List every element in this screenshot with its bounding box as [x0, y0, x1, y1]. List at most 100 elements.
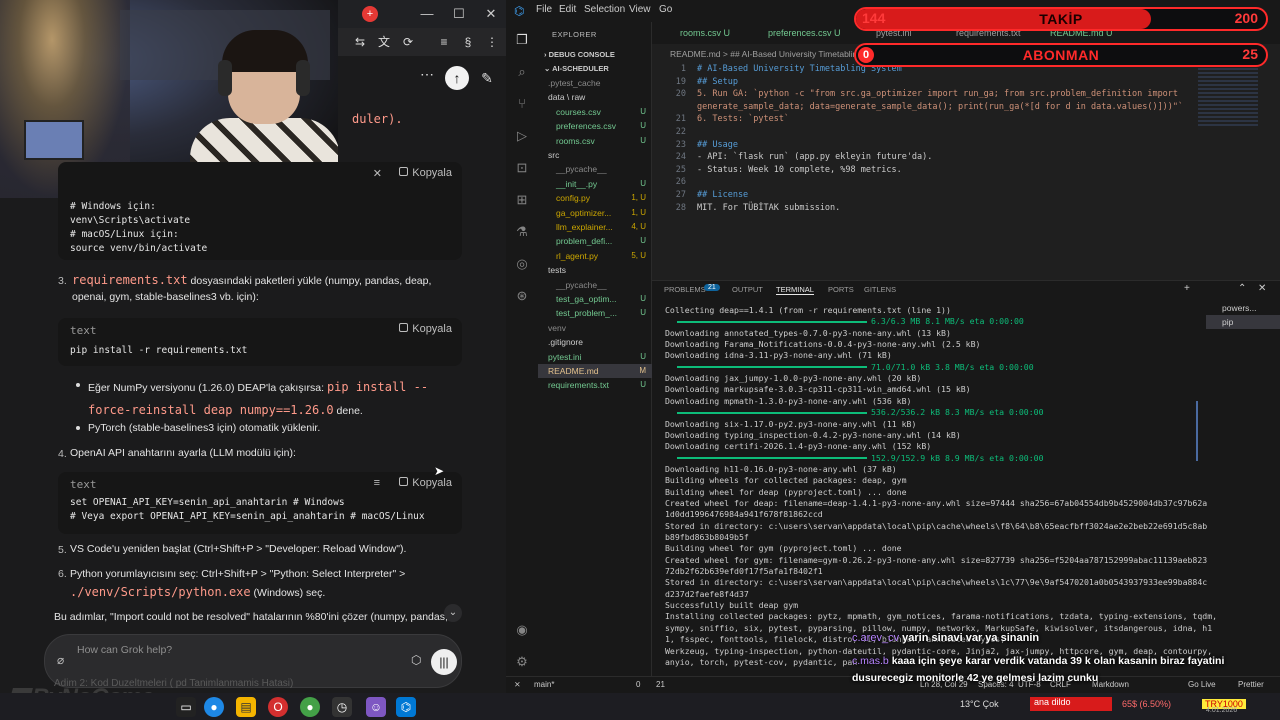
code-line: pip install -r requirements.txt: [70, 345, 248, 356]
tree-item[interactable]: pytest.ini U: [538, 350, 652, 364]
close-panel-icon[interactable]: ✕: [1258, 283, 1266, 294]
terminal-item-powershell[interactable]: powers...: [1206, 301, 1280, 315]
discord-icon[interactable]: ☺: [366, 697, 386, 717]
project-name: AI-SCHEDULER: [552, 64, 609, 73]
branch-indicator[interactable]: main*: [534, 680, 554, 689]
vscode-taskbar-icon[interactable]: ⌬: [396, 697, 416, 717]
copy-button[interactable]: Kopyala: [399, 167, 452, 179]
project-root[interactable]: ⌄ AI-SCHEDULER: [538, 62, 652, 76]
scroll-down-icon[interactable]: ⌄: [444, 604, 462, 622]
debug-console-section[interactable]: › DEBUG CONSOLE: [538, 48, 652, 62]
settings-gear-icon[interactable]: ⚙: [514, 654, 530, 670]
more-options-icon[interactable]: ⋯: [420, 66, 434, 83]
maximize-button[interactable]: ☐: [448, 4, 470, 24]
testing-icon[interactable]: ⚗: [514, 224, 530, 240]
tree-item[interactable]: problem_defi... U: [538, 234, 652, 248]
tree-item[interactable]: src: [538, 148, 652, 162]
extension-icon[interactable]: ⟳: [400, 34, 416, 50]
git-status-badge: U: [640, 294, 646, 303]
menu-go[interactable]: Go: [659, 4, 672, 15]
close-button[interactable]: ✕: [480, 4, 502, 24]
bynogame-logo: ByNoGame: [6, 680, 166, 693]
collapse-icon[interactable]: ✕: [373, 167, 382, 180]
tree-item[interactable]: rooms.csv U: [538, 134, 652, 148]
terminal-line: Downloading markupsafe-3.0.3-cp311-cp311…: [665, 384, 971, 395]
tree-item[interactable]: .gitignore: [538, 335, 652, 349]
tree-item[interactable]: rl_agent.py 5, U: [538, 249, 652, 263]
model-cube-icon[interactable]: ⬡: [411, 653, 421, 667]
tree-item[interactable]: ga_optimizer... 1, U: [538, 206, 652, 220]
voice-mode-icon[interactable]: |||: [431, 649, 457, 675]
copy-button[interactable]: Kopyala: [399, 323, 452, 335]
editor-tab[interactable]: rooms.csv U: [662, 22, 730, 44]
editor-tab[interactable]: preferences.csv U: [750, 22, 841, 44]
weather-widget[interactable]: 13°C Çok: [960, 699, 999, 709]
cast-icon[interactable]: ⇆: [352, 34, 368, 50]
new-tab-icon[interactable]: +: [362, 6, 378, 22]
tree-item[interactable]: preferences.csv U: [538, 119, 652, 133]
maximize-panel-icon[interactable]: ⌃: [1238, 283, 1246, 294]
tree-item[interactable]: requirements.txt U: [538, 378, 652, 392]
tree-item-label: __init__.py: [556, 178, 598, 189]
tab-terminal[interactable]: TERMINAL: [776, 285, 814, 295]
remote-indicator-icon[interactable]: ⨯: [514, 680, 521, 689]
menu-selection[interactable]: Selection: [584, 4, 625, 15]
tree-item[interactable]: __init__.py U: [538, 177, 652, 191]
clock-app-icon[interactable]: ◷: [332, 697, 352, 717]
tree-item[interactable]: README.md M: [538, 364, 652, 378]
tree-item[interactable]: config.py 1, U: [538, 191, 652, 205]
minimap[interactable]: [1198, 68, 1258, 128]
warnings-count[interactable]: 21: [656, 680, 665, 689]
terminal-scrollbar[interactable]: [1196, 401, 1198, 461]
terminal-app-icon[interactable]: ▭: [176, 697, 196, 717]
menu-edit[interactable]: Edit: [559, 4, 576, 15]
tree-item[interactable]: llm_explainer... 4, U: [538, 220, 652, 234]
minimize-button[interactable]: —: [416, 4, 438, 24]
tree-item[interactable]: data \ raw: [538, 90, 652, 104]
opera-icon[interactable]: O: [268, 697, 288, 717]
tab-gitlens[interactable]: GITLENS: [864, 285, 896, 294]
prettier-status[interactable]: Prettier: [1238, 680, 1264, 689]
tab-ports[interactable]: PORTS: [828, 285, 854, 294]
explorer-icon[interactable]: ❐: [514, 32, 530, 48]
tree-item-label: tests: [548, 265, 566, 276]
more-vert-icon[interactable]: ⋮: [484, 34, 500, 50]
tree-item[interactable]: __pycache__: [538, 162, 652, 176]
edit-icon[interactable]: ✎: [475, 66, 499, 90]
wrap-lines-icon[interactable]: ≡: [374, 477, 380, 489]
file-explorer-icon[interactable]: ▤: [236, 697, 256, 717]
tab-problems[interactable]: PROBLEMS: [664, 285, 706, 294]
gitlens-icon[interactable]: ◎: [514, 256, 530, 272]
tree-item[interactable]: test_problem_... U: [538, 306, 652, 320]
translate-icon[interactable]: 文: [376, 34, 392, 50]
playlist-icon[interactable]: ≡: [436, 34, 452, 50]
chrome-icon[interactable]: ●: [204, 697, 224, 717]
tree-item[interactable]: .pytest_cache: [538, 76, 652, 90]
account-icon[interactable]: ◉: [514, 622, 530, 638]
terminal-item-pip[interactable]: pip: [1206, 315, 1280, 329]
run-debug-icon[interactable]: ▷: [514, 128, 530, 144]
tree-item[interactable]: courses.csv U: [538, 105, 652, 119]
tree-item[interactable]: __pycache__: [538, 278, 652, 292]
errors-count[interactable]: 0: [636, 680, 640, 689]
tab-output[interactable]: OUTPUT: [732, 285, 763, 294]
problems-count-badge: 21: [704, 284, 720, 291]
extensions-icon[interactable]: ⊞: [514, 192, 530, 208]
tree-item[interactable]: test_ga_optim... U: [538, 292, 652, 306]
menu-file[interactable]: File: [536, 4, 552, 15]
share-icon[interactable]: ↑: [445, 66, 469, 90]
copy-button[interactable]: Kopyala: [399, 477, 452, 489]
tree-item[interactable]: tests: [538, 263, 652, 277]
skype-icon[interactable]: §: [460, 34, 476, 50]
terminal-line: Downloading jax_jumpy-1.0.0-py3-none-any…: [665, 373, 922, 384]
remote-icon[interactable]: ⊡: [514, 160, 530, 176]
search-icon[interactable]: ⌕: [514, 64, 530, 80]
chrome-profile-icon[interactable]: ●: [300, 697, 320, 717]
menu-view[interactable]: View: [629, 4, 651, 15]
new-terminal-icon[interactable]: +: [1184, 283, 1190, 294]
go-live-button[interactable]: Go Live: [1188, 680, 1216, 689]
tree-item[interactable]: venv: [538, 321, 652, 335]
github-icon[interactable]: ⊛: [514, 288, 530, 304]
attach-icon[interactable]: ⌀: [57, 653, 64, 667]
source-control-icon[interactable]: ⑂: [514, 96, 530, 112]
